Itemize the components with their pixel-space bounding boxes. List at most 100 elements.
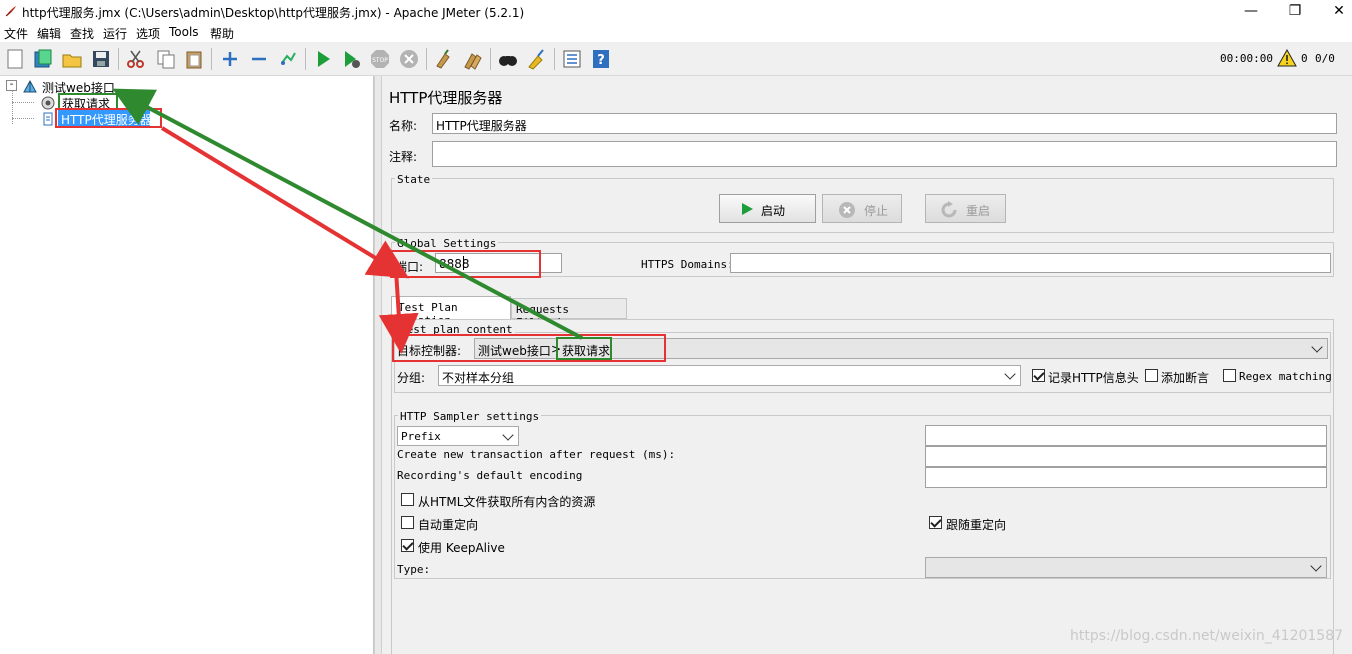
tree-item-http-proxy[interactable]: HTTP代理服务器 [61, 111, 152, 128]
start-icon[interactable] [312, 48, 334, 70]
menu-tools[interactable]: Tools [169, 25, 199, 39]
comment-field[interactable] [432, 141, 1337, 167]
test-plan-tree: - 测试web接口 获取请求 HTTP代理服务器 [0, 76, 374, 654]
new-icon[interactable] [4, 48, 26, 70]
chevron-down-icon [1310, 560, 1322, 572]
collapse-icon[interactable] [248, 48, 270, 70]
jmeter-feather-icon [5, 6, 16, 17]
tab-test-plan-creation[interactable]: Test Plan Creation [391, 296, 511, 327]
clear-all-icon[interactable] [462, 48, 484, 70]
name-field-value: HTTP代理服务器 [436, 119, 527, 133]
follow-redirect-label: 跟随重定向 [946, 518, 1007, 532]
save-icon[interactable] [90, 48, 112, 70]
clear-icon[interactable] [433, 48, 455, 70]
retrieve-resources-label: 从HTML文件获取所有内含的资源 [418, 495, 596, 509]
stop-icon[interactable]: STOP [369, 48, 391, 70]
menu-edit[interactable]: 编辑 [37, 25, 61, 42]
start-button-label: 启动 [761, 204, 786, 218]
name-label: 名称: [389, 119, 418, 133]
type-select[interactable] [925, 557, 1327, 578]
keepalive-label: 使用 KeepAlive [418, 541, 505, 555]
test-plan-icon [23, 79, 37, 93]
menu-help[interactable]: 帮助 [210, 25, 234, 42]
annotation-box-red [390, 250, 541, 278]
proxy-server-icon [43, 112, 53, 126]
comment-label: 注释: [389, 150, 418, 164]
expand-icon[interactable] [219, 48, 241, 70]
menu-options[interactable]: 选项 [136, 25, 160, 42]
proxy-config-panel: HTTP代理服务器 名称: HTTP代理服务器 注释: State 启动 停止 … [382, 76, 1352, 654]
state-legend: State [395, 173, 433, 186]
toolbar: STOP ? 00:00:00 0 0/0 [0, 42, 1352, 76]
annotation-box-red [392, 334, 666, 362]
play-icon [742, 203, 753, 215]
record-headers-checkbox[interactable] [1032, 369, 1045, 382]
chevron-down-icon [1004, 368, 1016, 380]
help-icon[interactable]: ? [590, 48, 612, 70]
minimize-button[interactable]: — [1228, 0, 1274, 24]
https-domains-label: HTTPS Domains: [641, 258, 734, 271]
auto-redirect-checkbox[interactable] [401, 516, 414, 529]
function-helper-icon[interactable] [561, 48, 583, 70]
default-encoding-field[interactable] [925, 467, 1327, 488]
copy-icon[interactable] [155, 48, 177, 70]
svg-text:STOP: STOP [372, 57, 388, 64]
start-button[interactable]: 启动 [719, 194, 816, 223]
regex-matching-checkbox[interactable] [1223, 369, 1236, 382]
minimize-icon: — [1244, 3, 1258, 19]
close-icon: ✕ [1333, 3, 1345, 19]
shutdown-icon[interactable] [398, 48, 420, 70]
templates-icon[interactable] [32, 48, 54, 70]
collapse-toggle[interactable]: - [6, 80, 17, 91]
paste-icon[interactable] [183, 48, 205, 70]
keepalive-checkbox[interactable] [401, 539, 414, 552]
tab-requests-filtering[interactable]: Requests Filtering [511, 298, 627, 329]
add-assertions-checkbox[interactable] [1145, 369, 1158, 382]
restart-button[interactable]: 重启 [925, 194, 1006, 223]
start-no-pause-icon[interactable] [340, 48, 362, 70]
retrieve-resources-checkbox[interactable] [401, 493, 414, 506]
add-assertions-label: 添加断言 [1161, 371, 1210, 385]
prefix-text-field[interactable] [925, 425, 1327, 446]
open-icon[interactable] [61, 48, 83, 70]
close-button[interactable]: ✕ [1316, 0, 1352, 24]
maximize-button[interactable]: ❐ [1272, 0, 1318, 24]
prefix-value: Prefix [401, 430, 441, 443]
reset-search-icon[interactable] [526, 48, 548, 70]
prefix-select[interactable]: Prefix [397, 426, 519, 446]
stop-button[interactable]: 停止 [822, 194, 902, 223]
split-pane-divider[interactable] [374, 76, 382, 654]
active-threads: 0/0 [1315, 52, 1335, 65]
http-request-icon [41, 96, 55, 110]
grouping-value: 不对样本分组 [442, 371, 515, 385]
elapsed-timer: 00:00:00 [1220, 52, 1273, 65]
page-title: HTTP代理服务器 [389, 89, 503, 107]
default-encoding-label: Recording's default encoding [397, 469, 583, 482]
menu-file[interactable]: 文件 [4, 25, 28, 42]
regex-matching-label: Regex matching [1239, 370, 1332, 383]
grouping-label: 分组: [397, 371, 426, 385]
http-sampler-settings-legend: HTTP Sampler settings [398, 410, 542, 423]
name-field[interactable]: HTTP代理服务器 [432, 113, 1337, 134]
window-title: http代理服务.jmx (C:\Users\admin\Desktop\htt… [22, 6, 525, 20]
svg-text:?: ? [597, 53, 605, 68]
auto-redirect-label: 自动重定向 [418, 518, 479, 532]
title-bar: http代理服务.jmx (C:\Users\admin\Desktop\htt… [0, 0, 1352, 24]
restart-button-label: 重启 [966, 204, 991, 218]
stop-icon [839, 202, 855, 218]
chevron-down-icon [1311, 341, 1323, 353]
toggle-icon[interactable] [277, 48, 299, 70]
cut-icon[interactable] [125, 48, 147, 70]
warning-icon[interactable] [1277, 49, 1297, 67]
create-transaction-field[interactable] [925, 446, 1327, 467]
menu-run[interactable]: 运行 [103, 25, 127, 42]
menu-search[interactable]: 查找 [70, 25, 94, 42]
search-icon[interactable] [497, 48, 519, 70]
follow-redirect-checkbox[interactable] [929, 516, 942, 529]
watermark-text: https://blog.csdn.net/weixin_41201587 [1070, 628, 1344, 644]
maximize-icon: ❐ [1288, 3, 1302, 19]
grouping-select[interactable]: 不对样本分组 [438, 365, 1021, 386]
stop-button-label: 停止 [864, 204, 889, 218]
create-transaction-label: Create new transaction after request (ms… [397, 448, 676, 461]
https-domains-field[interactable] [730, 253, 1331, 273]
